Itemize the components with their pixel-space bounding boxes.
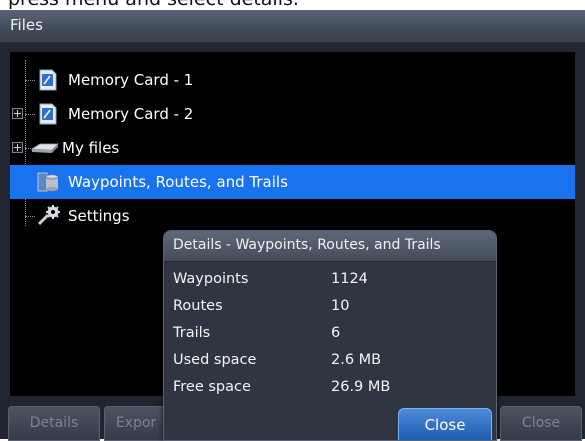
tree-item-settings[interactable]: Settings [10,199,575,233]
close-tab-button[interactable]: Close [500,406,582,441]
detail-row-trails: Trails 6 [173,325,493,351]
detail-row-routes: Routes 10 [173,298,493,324]
detail-value: 2.6 MB [331,352,382,368]
detail-value: 10 [331,298,350,314]
drive-icon [30,136,59,160]
tree-item-waypoints-routes-trails[interactable]: Waypoints, Routes, and Trails [10,165,575,199]
details-dialog: Details - Waypoints, Routes, and Trails … [163,230,497,441]
detail-value: 6 [331,325,341,341]
detail-label: Used space [173,352,257,368]
database-icon [36,170,62,194]
files-window: Files Memory Card - 1 Memory Card - 2 My… [0,10,585,441]
export-tab-button[interactable]: Expor [104,406,168,441]
dialog-titlebar: Details - Waypoints, Routes, and Trails [164,231,496,262]
settings-gear-icon [36,204,62,228]
detail-row-free-space: Free space 26.9 MB [173,379,493,405]
dialog-title: Details - Waypoints, Routes, and Trails [173,237,441,253]
detail-row-waypoints: Waypoints 1124 [173,271,493,297]
tree-item-label: Memory Card - 2 [68,105,194,123]
details-tab-button[interactable]: Details [8,406,100,441]
detail-label: Waypoints [173,271,249,287]
tree-item-memory-card-2[interactable]: Memory Card - 2 [10,97,575,131]
tree-connector [25,216,35,217]
tree-item-label: Waypoints, Routes, and Trails [68,173,288,191]
memory-card-icon [36,68,62,92]
tree-item-label: Memory Card - 1 [68,71,194,89]
close-button[interactable]: Close [398,408,492,440]
tree-item-label: Settings [68,207,130,225]
tree-item-memory-card-1[interactable]: Memory Card - 1 [10,63,575,97]
window-title: Files [10,16,43,34]
detail-value: 1124 [331,271,368,287]
expand-plus-icon[interactable] [12,108,23,119]
tree-item-my-files[interactable]: My files [10,131,575,165]
window-titlebar: Files [0,10,585,43]
detail-value: 26.9 MB [331,379,391,395]
tree-item-label: My files [62,139,120,157]
caption-text: press menu and select details. [0,0,585,10]
detail-label: Trails [173,325,211,341]
expand-plus-icon[interactable] [12,142,23,153]
detail-label: Free space [173,379,251,395]
detail-row-used-space: Used space 2.6 MB [173,352,493,378]
tree-connector [25,114,35,115]
detail-label: Routes [173,298,223,314]
tree-connector [25,80,35,81]
memory-card-icon [36,102,62,126]
